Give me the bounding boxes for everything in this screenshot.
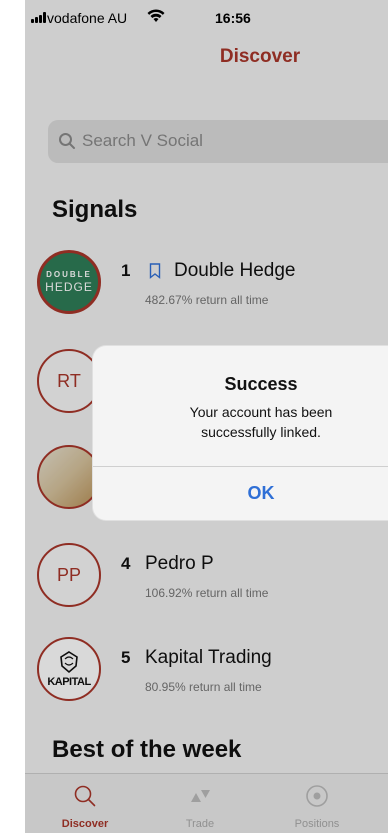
left-margin bbox=[0, 0, 25, 833]
alert-divider bbox=[93, 466, 388, 467]
phone-screen: vodafone AU 16:56 Discover Search V Soci… bbox=[25, 0, 388, 833]
alert-message-line-1: Your account has been bbox=[189, 404, 333, 420]
alert-message-line-2: successfully linked. bbox=[201, 424, 321, 440]
alert-message: Your account has been successfully linke… bbox=[93, 402, 388, 442]
ok-button[interactable]: OK bbox=[93, 483, 388, 504]
success-alert-dialog: Success Your account has been successful… bbox=[92, 345, 388, 521]
alert-title: Success bbox=[224, 374, 298, 394]
